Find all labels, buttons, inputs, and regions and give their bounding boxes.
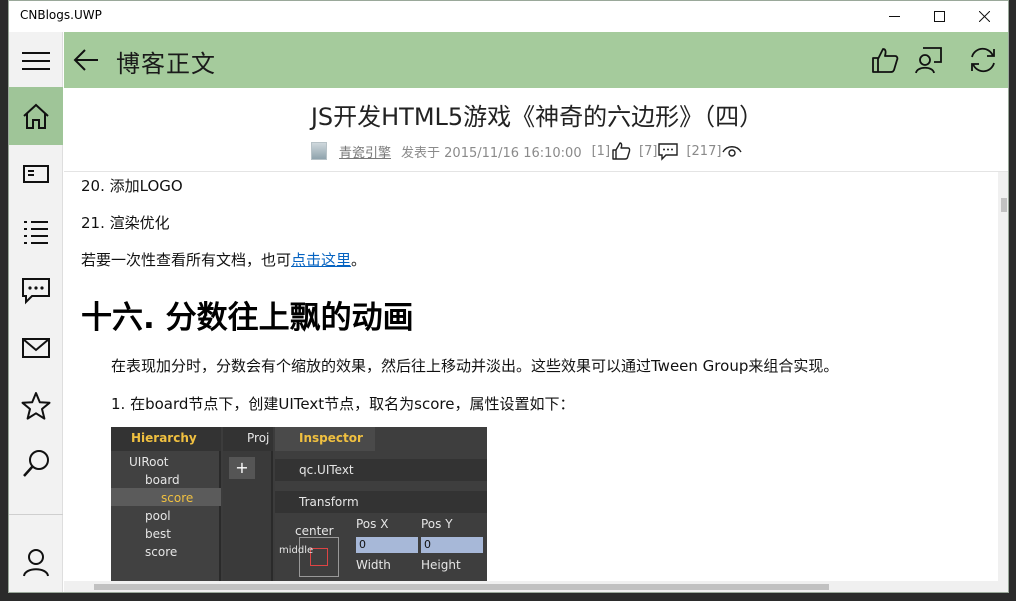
tree-node: score [161, 491, 194, 505]
hamburger-icon [22, 52, 50, 70]
paragraph-intro: 在表现加分时，分数会有个缩放的效果，然后往上移动并淡出。这些效果可以通过Twee… [111, 357, 839, 375]
sidebar-item-search[interactable] [9, 435, 63, 493]
author-link[interactable]: 青瓷引擎 [339, 142, 391, 161]
back-arrow-icon[interactable] [72, 46, 100, 74]
star-icon [21, 392, 51, 420]
close-button[interactable] [961, 1, 1007, 32]
component-uitext: qc.UIText [275, 459, 487, 481]
article-content[interactable]: 20. 添加LOGO 21. 渲染优化 若要一次性查看所有文档，也可点击这里。 … [64, 171, 1008, 592]
list-icon [24, 221, 48, 244]
hierarchy-tab: Hierarchy [111, 427, 221, 451]
all-docs-suffix: 。 [351, 251, 367, 269]
height-label: Height [421, 558, 461, 572]
horizontal-scroll-thumb[interactable] [94, 584, 829, 590]
width-label: Width [356, 558, 391, 572]
all-docs-prefix: 若要一次性查看所有文档，也可 [81, 251, 292, 269]
page-title: 博客正文 [116, 50, 216, 78]
maximize-icon [933, 11, 945, 22]
eye-icon [722, 146, 743, 157]
inspector-panel: Inspector qc.UIText Transform center mid… [275, 427, 487, 587]
user-icon [23, 549, 49, 577]
project-panel: Proj + [223, 427, 273, 587]
sidebar-item-list[interactable] [9, 203, 63, 261]
article-title: JS开发HTML5游戏《神奇的六边形》（四） [310, 103, 764, 131]
comment-icon[interactable] [658, 141, 679, 161]
inspector-tab: Inspector [275, 427, 375, 451]
tree-node: score [145, 545, 178, 559]
app-title: CNBlogs.UWP [20, 8, 102, 22]
sidebar-divider [9, 514, 63, 515]
thumbs-up-icon[interactable] [870, 45, 900, 75]
mail-icon [22, 338, 50, 358]
comment-icon[interactable] [914, 45, 944, 75]
project-tab: Proj [223, 427, 273, 451]
publish-date: 发表于 2015/11/16 16:10:00 [401, 145, 582, 161]
thumbs-up-icon[interactable] [611, 141, 631, 161]
pos-x-field: 0 [356, 537, 418, 553]
article-meta: 青瓷引擎 发表于 2015/11/16 16:10:00 [1] [7] [21… [311, 140, 750, 162]
anchor-label: center [295, 524, 334, 538]
chat-icon [22, 278, 50, 305]
page-header: 博客正文 [64, 32, 1008, 88]
like-count: [1] [591, 143, 611, 159]
hierarchy-panel: Hierarchy UIRoot board score pool best s… [111, 427, 221, 587]
sidebar-item-mail[interactable] [9, 319, 63, 377]
tree-node: board [145, 473, 180, 487]
pos-y-field: 0 [421, 537, 483, 553]
sidebar-item-account[interactable] [9, 533, 63, 591]
list-item-21: 21. 渲染优化 [81, 214, 170, 232]
tree-node: best [145, 527, 171, 541]
minimize-icon [888, 16, 900, 17]
section-heading: 十六. 分数往上飘的动画 [81, 300, 414, 336]
vertical-scrollbar[interactable] [998, 172, 1008, 592]
sidebar-item-chat[interactable] [9, 261, 63, 319]
all-docs-link[interactable]: 点击这里 [291, 251, 351, 269]
author-avatar[interactable] [311, 142, 327, 160]
minimize-button[interactable] [871, 1, 917, 32]
title-bar: CNBlogs.UWP [9, 1, 1008, 32]
view-count: [217] [686, 143, 722, 159]
hamburger-menu-button[interactable] [9, 32, 63, 90]
comment-count: [7] [639, 143, 658, 159]
sidebar-item-home[interactable] [9, 87, 63, 145]
anchor-vertical-label: middle [279, 545, 314, 556]
list-item-20: 20. 添加LOGO [81, 177, 183, 195]
search-icon [23, 450, 49, 477]
horizontal-scrollbar[interactable] [64, 581, 998, 592]
add-button: + [229, 457, 255, 479]
sidebar-item-favorites[interactable] [9, 377, 63, 435]
paragraph-step1: 1. 在board节点下，创建UIText节点，取名为score，属性设置如下： [111, 395, 575, 413]
refresh-icon[interactable] [968, 45, 998, 75]
pos-y-label: Pos Y [421, 517, 453, 531]
news-icon [23, 165, 49, 183]
app-window: CNBlogs.UWP 博客正文 JS开发HTML5游戏《神奇的六边形》（四） … [8, 0, 1009, 593]
pos-x-label: Pos X [356, 517, 389, 531]
sidebar [9, 32, 63, 592]
tree-node: UIRoot [129, 455, 169, 469]
tree-node: pool [145, 509, 171, 523]
sidebar-item-news[interactable] [9, 145, 63, 203]
close-icon [978, 11, 990, 22]
all-docs-line: 若要一次性查看所有文档，也可点击这里。 [81, 249, 366, 270]
home-icon [23, 103, 49, 129]
anchor-widget [299, 537, 339, 577]
component-transform: Transform [275, 491, 487, 513]
vertical-scroll-thumb[interactable] [1001, 198, 1007, 212]
editor-screenshot: Hierarchy UIRoot board score pool best s… [111, 427, 487, 587]
maximize-button[interactable] [916, 1, 962, 32]
